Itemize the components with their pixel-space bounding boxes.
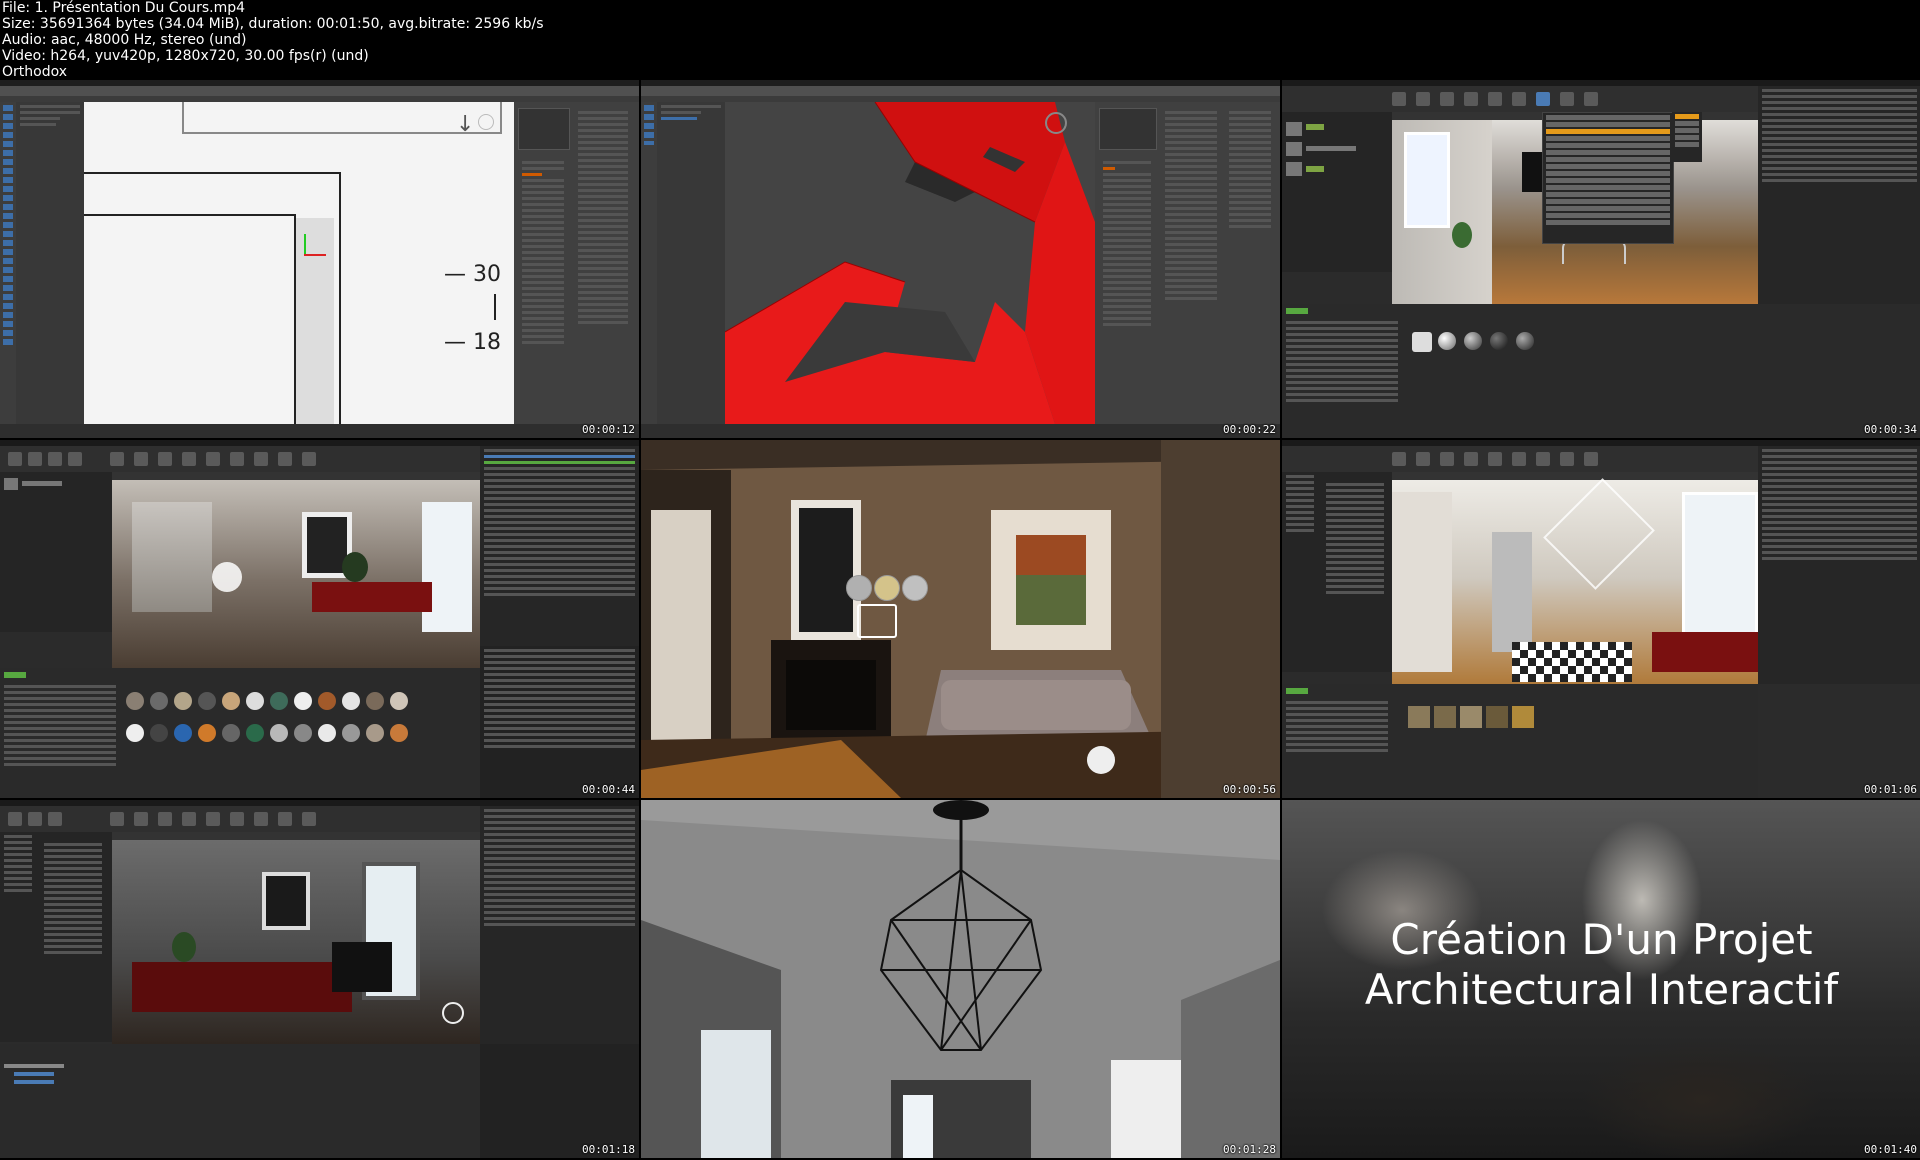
tile-2-3dsmax-perspective[interactable]: 00:00:22: [641, 80, 1280, 438]
timeline-bar[interactable]: [641, 424, 1280, 438]
author-line: Orthodox: [2, 64, 68, 80]
timestamp: 00:00:34: [1864, 423, 1917, 436]
light-icon: [212, 562, 242, 592]
content-browser: [1282, 684, 1758, 798]
viewport-ortho[interactable]: ↓ — 30 — 18: [84, 102, 514, 424]
timestamp: 00:00:56: [1223, 783, 1276, 796]
living-room-scene: [641, 440, 1280, 798]
content-browser: [1282, 304, 1920, 438]
world-outliner: [1758, 86, 1920, 304]
viewport-bedroom[interactable]: [1392, 112, 1758, 304]
file-info-header: File: 1. Présentation Du Cours.mp4 Size:…: [0, 0, 1920, 80]
chandelier: [1543, 478, 1655, 590]
timeline-bar[interactable]: [0, 424, 639, 438]
build-dropdown-menu[interactable]: [1542, 112, 1674, 244]
audio-info-line: Audio: aac, 48000 Hz, stereo (und): [2, 32, 247, 48]
course-title-line-1: Création D'un Projet: [1390, 915, 1813, 964]
viewport-dining-room[interactable]: [112, 832, 480, 1044]
viewport-kitchen[interactable]: [1392, 472, 1758, 684]
red-mesh-render: [725, 102, 1095, 424]
main-toolbar: [641, 86, 1280, 96]
pendant-lamp-scene: [641, 800, 1280, 1158]
tile-4-unreal-materials[interactable]: 00:00:44: [0, 440, 639, 798]
command-panel: [1095, 102, 1280, 424]
course-title-line-2: Architectural Interactif: [1364, 965, 1839, 1014]
world-outliner: [1758, 446, 1920, 684]
swatch-beige-button[interactable]: [874, 575, 900, 601]
course-title: Création D'un Projet Architectural Inter…: [1282, 915, 1920, 1015]
timestamp: 00:01:28: [1223, 1143, 1276, 1156]
furniture-selector-icon[interactable]: [857, 604, 897, 638]
viewport-living-room[interactable]: [112, 472, 480, 668]
file-name-line: File: 1. Présentation Du Cours.mp4: [2, 0, 246, 16]
viewport-perspective[interactable]: [725, 102, 1095, 424]
modes-panel: [1282, 472, 1392, 672]
viewcube-icon[interactable]: [478, 114, 494, 130]
tile-6-unreal-kitchen[interactable]: 00:01:06: [1282, 440, 1920, 798]
world-outliner: [480, 806, 639, 1044]
scene-explorer: [16, 102, 84, 424]
viewcube-icon[interactable]: [1045, 112, 1067, 134]
gizmo-icon[interactable]: [442, 1002, 464, 1024]
details-panel: [480, 446, 639, 646]
video-info-line: Video: h264, yuv420p, 1280x720, 30.00 fp…: [2, 48, 369, 64]
tile-5-living-room-render[interactable]: 00:00:56: [641, 440, 1280, 798]
swatch-light-button[interactable]: [902, 575, 928, 601]
timestamp: 00:01:40: [1864, 1143, 1917, 1156]
left-command-strip: [641, 102, 657, 424]
content-browser: [0, 668, 480, 798]
arrow-down-icon: ↓: [456, 112, 475, 137]
timestamp: 00:00:44: [582, 783, 635, 796]
left-command-strip: [0, 102, 16, 424]
main-toolbar: [0, 86, 639, 96]
modes-panel: [0, 472, 112, 632]
timestamp: 00:01:18: [582, 1143, 635, 1156]
file-size-line: Size: 35691364 bytes (34.04 MiB), durati…: [2, 16, 544, 32]
swatch-grey-button[interactable]: [846, 575, 872, 601]
tile-8-pendant-lamp[interactable]: 00:01:28: [641, 800, 1280, 1158]
details-panel: [480, 1044, 639, 1158]
tile-1-3dsmax-ortho[interactable]: ↓ — 30 — 18 00:00:12: [0, 80, 639, 438]
levels-panel: [0, 1044, 480, 1158]
tile-3-unreal-build-menu[interactable]: 00:00:34: [1282, 80, 1920, 438]
dimension-label-30: — 30: [444, 262, 501, 287]
tile-9-title-card: Création D'un Projet Architectural Inter…: [1282, 800, 1920, 1158]
scene-explorer: [657, 102, 725, 424]
modes-panel: [0, 832, 112, 1042]
modes-panel: [1282, 112, 1392, 272]
timestamp: 00:01:06: [1864, 783, 1917, 796]
timestamp: 00:00:12: [582, 423, 635, 436]
command-panel: [514, 102, 639, 424]
tile-7-unreal-dining[interactable]: 00:01:18: [0, 800, 639, 1158]
timestamp: 00:00:22: [1223, 423, 1276, 436]
thumbnail-grid: ↓ — 30 — 18 00:00:12 00:00:22 00:00:34 0…: [0, 80, 1920, 1160]
dimension-label-18: — 18: [444, 330, 501, 355]
material-properties-panel: [480, 646, 639, 798]
